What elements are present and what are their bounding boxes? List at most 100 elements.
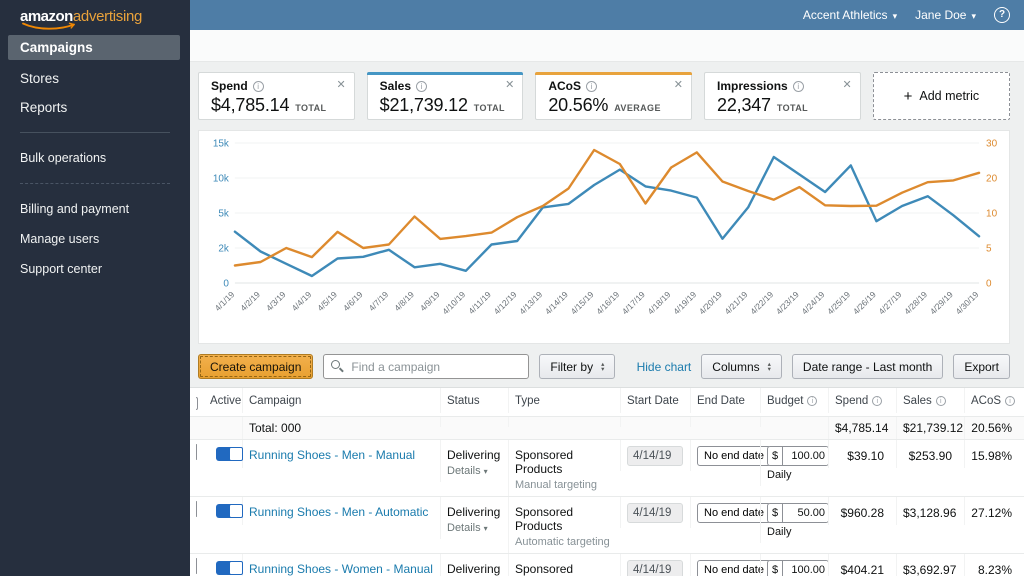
sidebar-item-reports[interactable]: Reports [0, 93, 190, 122]
svg-text:4/22/19: 4/22/19 [748, 289, 775, 316]
row-acos: 15.98% [964, 440, 1024, 468]
user-menu[interactable]: Jane Doe [915, 8, 976, 22]
logo-advertising-text: advertising [72, 8, 143, 25]
table-row: Running Shoes - Women - Manual Deliverin… [190, 554, 1024, 576]
amazon-advertising-logo[interactable]: amazonadvertising [0, 0, 190, 30]
start-date-input[interactable] [627, 560, 683, 576]
metric-label: Impressions [717, 79, 788, 93]
metric-value: 20.56% [548, 95, 609, 115]
hide-chart-link[interactable]: Hide chart [637, 360, 692, 374]
campaign-toolbar: Create campaign Filter by Hide chart Col… [198, 354, 1010, 379]
info-icon[interactable] [1005, 396, 1016, 406]
info-icon[interactable] [792, 80, 804, 92]
table-header-row: Active Campaign Status Type Start Date E… [190, 388, 1024, 417]
header-end-date: End Date [690, 388, 760, 413]
active-toggle[interactable] [216, 561, 243, 575]
svg-text:0: 0 [986, 278, 992, 289]
search-input[interactable] [323, 354, 530, 379]
export-button[interactable]: Export [953, 354, 1010, 379]
active-toggle[interactable] [216, 447, 243, 461]
metric-unit: TOTAL [295, 103, 327, 113]
close-icon[interactable] [842, 78, 851, 91]
header-active: Active [210, 395, 242, 407]
sidebar-item-stores[interactable]: Stores [0, 64, 190, 93]
header-type: Type [508, 388, 620, 413]
budget-input[interactable] [783, 504, 828, 522]
targeting-type: Manual targeting [515, 479, 597, 491]
main-content: Spend $4,785.14 TOTAL Sales $21,739.12 T… [190, 30, 1024, 576]
select-all-checkbox[interactable] [196, 397, 198, 410]
svg-text:4/27/19: 4/27/19 [876, 289, 903, 316]
svg-text:4/6/19: 4/6/19 [341, 289, 365, 313]
active-toggle[interactable] [216, 504, 243, 518]
currency-symbol: $ [768, 447, 783, 465]
sidebar-item-bulk-operations[interactable]: Bulk operations [0, 143, 190, 173]
budget-input-group: $ [767, 503, 829, 523]
row-checkbox[interactable] [196, 444, 197, 460]
info-icon[interactable] [252, 80, 264, 92]
budget-input-group: $ [767, 560, 829, 576]
close-icon[interactable] [336, 78, 345, 91]
total-sales: $21,739.12 [896, 417, 964, 439]
budget-input[interactable] [783, 561, 828, 576]
details-expander[interactable]: Details [447, 465, 502, 477]
campaign-search [323, 354, 530, 379]
info-icon[interactable] [586, 80, 598, 92]
metric-label: ACoS [548, 79, 582, 93]
add-metric-button[interactable]: Add metric [872, 72, 1011, 120]
info-icon[interactable] [935, 396, 946, 406]
svg-text:4/26/19: 4/26/19 [851, 289, 878, 316]
filter-by-button[interactable]: Filter by [539, 354, 616, 379]
account-name: Accent Athletics [802, 8, 888, 22]
row-checkbox[interactable] [196, 558, 197, 574]
svg-text:4/23/19: 4/23/19 [774, 289, 801, 316]
campaign-name-link[interactable]: Running Shoes - Women - Manual [249, 562, 433, 576]
columns-button[interactable]: Columns [701, 354, 782, 379]
sidebar-item-manage-users[interactable]: Manage users [0, 224, 190, 254]
svg-text:30: 30 [986, 138, 998, 149]
sidebar-item-support-center[interactable]: Support center [0, 254, 190, 284]
close-icon[interactable] [674, 78, 683, 91]
svg-text:4/4/19: 4/4/19 [290, 289, 314, 313]
svg-text:4/9/19: 4/9/19 [418, 289, 442, 313]
budget-input[interactable] [783, 447, 828, 465]
targeting-type: Automatic targeting [515, 536, 610, 548]
svg-text:4/28/19: 4/28/19 [902, 289, 929, 316]
table-row: Running Shoes - Men - Automatic Deliveri… [190, 497, 1024, 554]
total-acos: 20.56% [964, 417, 1024, 439]
start-date-input[interactable] [627, 446, 683, 466]
metric-cards-row: Spend $4,785.14 TOTAL Sales $21,739.12 T… [198, 72, 1011, 120]
campaign-name-link[interactable]: Running Shoes - Men - Automatic [249, 505, 428, 520]
header-status: Status [440, 388, 508, 413]
sidebar-item-billing-and-payment[interactable]: Billing and payment [0, 194, 190, 224]
metric-label: Spend [211, 79, 248, 93]
row-spend: $404.21 [828, 554, 896, 576]
info-icon[interactable] [872, 396, 883, 406]
campaign-name-link[interactable]: Running Shoes - Men - Manual [249, 448, 415, 463]
info-icon[interactable] [416, 80, 428, 92]
create-campaign-button[interactable]: Create campaign [198, 354, 314, 379]
campaigns-table: Active Campaign Status Type Start Date E… [190, 387, 1024, 576]
account-switcher[interactable]: Accent Athletics [803, 8, 897, 22]
date-range-button[interactable]: Date range - Last month [791, 354, 944, 379]
row-checkbox[interactable] [196, 501, 197, 517]
table-total-row: Total: 000 $4,785.14 $21,739.12 20.56% [190, 417, 1024, 440]
close-icon[interactable] [505, 78, 514, 91]
start-date-input[interactable] [627, 503, 683, 523]
help-icon[interactable] [994, 7, 1010, 23]
row-sales: $3,692.97 [896, 554, 964, 576]
svg-text:4/12/19: 4/12/19 [492, 289, 519, 316]
svg-text:4/24/19: 4/24/19 [799, 289, 826, 316]
info-icon[interactable] [807, 396, 818, 406]
sidebar-item-campaigns[interactable]: Campaigns [8, 35, 180, 60]
svg-text:4/19/19: 4/19/19 [671, 289, 698, 316]
details-expander[interactable]: Details [447, 522, 502, 534]
currency-symbol: $ [768, 561, 783, 576]
metric-value: $4,785.14 [211, 95, 290, 115]
chevron-down-icon [481, 465, 488, 477]
campaign-type: Sponsored Products [515, 562, 574, 576]
svg-text:4/2/19: 4/2/19 [238, 289, 262, 313]
columns-label: Columns [712, 359, 760, 374]
row-spend: $960.28 [828, 497, 896, 525]
svg-text:4/21/19: 4/21/19 [723, 289, 750, 316]
